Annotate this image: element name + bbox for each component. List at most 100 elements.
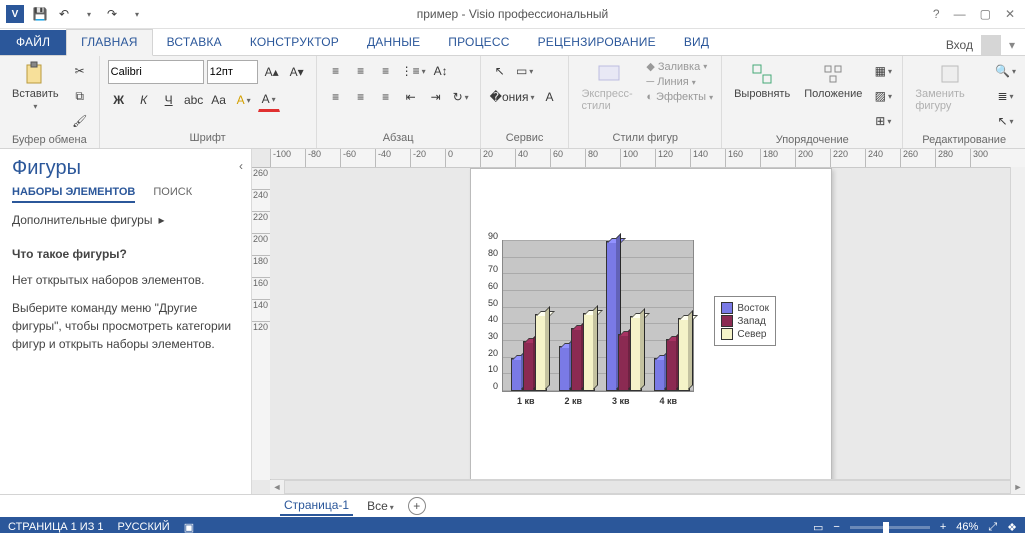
shrink-font-icon[interactable]: A▾ <box>286 61 308 83</box>
macro-record-icon[interactable]: ▣ <box>184 521 194 533</box>
grow-font-icon[interactable]: A▴ <box>261 61 283 83</box>
align-top-icon[interactable]: ≡ <box>325 60 347 82</box>
rectangle-tool-icon[interactable]: ▭ <box>514 60 536 82</box>
fill-icon: ◆ <box>646 60 654 73</box>
group-icon[interactable]: ⊞ <box>872 110 894 132</box>
group-font-label: Шрифт <box>108 130 308 146</box>
tab-view[interactable]: ВИД <box>670 30 723 55</box>
italic-button[interactable]: К <box>133 89 155 111</box>
zoom-slider[interactable] <box>850 526 930 529</box>
position-icon <box>821 62 845 86</box>
align-middle-icon[interactable]: ≡ <box>350 60 372 82</box>
increase-indent-icon[interactable]: ⇥ <box>425 86 447 108</box>
paste-button[interactable]: Вставить ▾ <box>8 60 63 113</box>
rotate-text-icon[interactable]: ↻ <box>450 86 472 108</box>
page-tab-1[interactable]: Страница-1 <box>280 496 353 516</box>
line-button[interactable]: ─Линия▾ <box>646 76 713 88</box>
decrease-indent-icon[interactable]: ⇤ <box>400 86 422 108</box>
maximize-icon[interactable]: ▢ <box>980 7 991 21</box>
qat-customize[interactable] <box>128 6 144 22</box>
collapse-shapes-icon[interactable]: ‹ <box>239 159 243 173</box>
minimize-icon[interactable]: — <box>954 7 966 21</box>
app-logo: V <box>6 5 24 23</box>
tab-data[interactable]: ДАННЫЕ <box>353 30 434 55</box>
workspace: ‹ Фигуры НАБОРЫ ЭЛЕМЕНТОВ ПОИСК Дополнит… <box>0 149 1025 494</box>
strike-button[interactable]: abc <box>183 89 205 111</box>
ribbon-collapse-icon[interactable]: ▾ <box>1009 38 1015 52</box>
tab-file[interactable]: ФАЙЛ <box>0 30 66 55</box>
window-title: пример - Visio профессиональный <box>0 7 1025 21</box>
zoom-in-icon[interactable]: + <box>940 521 946 533</box>
stencils-tab[interactable]: НАБОРЫ ЭЛЕМЕНТОВ <box>12 186 135 203</box>
find-icon[interactable]: 🔍 <box>994 60 1017 82</box>
effects-button[interactable]: ◐Эффекты▾ <box>646 91 713 103</box>
bold-button[interactable]: Ж <box>108 89 130 111</box>
change-case-button[interactable]: Aa <box>208 89 230 111</box>
horizontal-scrollbar[interactable]: ◄ ► <box>270 479 1025 494</box>
vertical-scrollbar[interactable] <box>1010 167 1025 480</box>
pointer-tool-icon[interactable]: ↖ <box>489 60 511 82</box>
copy-icon[interactable]: ⧉ <box>69 85 91 107</box>
send-back-icon[interactable]: ▨ <box>872 85 894 107</box>
chart[interactable]: 0102030405060708090 1 кв2 кв3 кв4 кв Вос… <box>476 236 776 426</box>
bullets-icon[interactable]: ⋮≡ <box>400 60 427 82</box>
chart-legend: ВостокЗападСевер <box>714 296 776 346</box>
tab-design[interactable]: КОНСТРУКТОР <box>236 30 353 55</box>
undo-icon[interactable]: ↶ <box>56 6 72 22</box>
align-left-icon[interactable]: ≡ <box>325 86 347 108</box>
align-bottom-icon[interactable]: ≡ <box>375 60 397 82</box>
search-tab[interactable]: ПОИСК <box>153 186 192 203</box>
horizontal-ruler: -100-80-60-40-20020406080100120140160180… <box>270 149 1025 168</box>
cut-icon[interactable]: ✂ <box>69 60 91 82</box>
quick-styles-button[interactable]: Экспресс-стили <box>577 60 640 114</box>
all-pages-dropdown[interactable]: Все <box>367 499 394 513</box>
layers-icon[interactable]: ≣ <box>994 85 1017 107</box>
align-right-icon[interactable]: ≡ <box>375 86 397 108</box>
highlight-button[interactable]: A <box>233 89 255 111</box>
underline-button[interactable]: Ч <box>158 89 180 111</box>
fill-button[interactable]: ◆Заливка▾ <box>646 60 713 73</box>
tab-home[interactable]: ГЛАВНАЯ <box>66 29 152 56</box>
page-indicator[interactable]: СТРАНИЦА 1 ИЗ 1 <box>8 521 104 533</box>
scroll-left-icon[interactable]: ◄ <box>270 482 284 492</box>
position-button[interactable]: Положение <box>800 60 866 102</box>
close-icon[interactable]: ✕ <box>1005 7 1015 21</box>
add-page-button[interactable]: + <box>408 497 426 515</box>
more-shapes-link[interactable]: Дополнительные фигуры ▸ <box>12 213 239 227</box>
login-link[interactable]: Вход <box>946 38 973 52</box>
tab-insert[interactable]: ВСТАВКА <box>153 30 236 55</box>
group-paragraph-label: Абзац <box>325 130 472 146</box>
text-direction-icon[interactable]: A↕ <box>430 60 452 82</box>
align-button[interactable]: Выровнять <box>730 60 794 102</box>
font-size-combo[interactable] <box>207 60 258 84</box>
shapes-help: Что такое фигуры? Нет открытых наборов э… <box>12 245 239 353</box>
shapes-title: Фигуры <box>12 157 239 180</box>
bring-front-icon[interactable]: ▦ <box>872 60 894 82</box>
undo-dropdown[interactable] <box>80 6 96 22</box>
language-indicator[interactable]: РУССКИЙ <box>118 521 170 533</box>
tab-review[interactable]: РЕЦЕНЗИРОВАНИЕ <box>524 30 670 55</box>
font-color-button[interactable]: A <box>258 88 280 112</box>
connector-tool-icon[interactable]: �ония <box>489 86 536 108</box>
zoom-level[interactable]: 46% <box>956 521 978 533</box>
presentation-mode-icon[interactable]: ▭ <box>813 521 823 533</box>
group-arrange-label: Упорядочение <box>730 132 894 148</box>
text-tool-icon[interactable]: A <box>538 86 560 108</box>
format-painter-icon[interactable]: 🖌 <box>69 110 91 132</box>
scroll-right-icon[interactable]: ► <box>1011 482 1025 492</box>
switch-windows-icon[interactable]: ❖ <box>1007 521 1017 533</box>
redo-icon[interactable]: ↷ <box>104 6 120 22</box>
canvas[interactable]: 0102030405060708090 1 кв2 кв3 кв4 кв Вос… <box>270 168 1025 479</box>
fit-page-icon[interactable]: ⤢ <box>988 521 997 533</box>
zoom-out-icon[interactable]: − <box>833 521 839 533</box>
tab-process[interactable]: ПРОЦЕСС <box>434 30 523 55</box>
save-icon[interactable]: 💾 <box>32 6 48 22</box>
align-center-icon[interactable]: ≡ <box>350 86 372 108</box>
user-avatar[interactable] <box>981 35 1001 55</box>
change-shape-button[interactable]: Заменить фигуру <box>911 60 988 114</box>
paste-icon <box>23 62 47 86</box>
quick-styles-icon <box>597 62 621 86</box>
font-name-combo[interactable] <box>108 60 204 84</box>
select-icon[interactable]: ↖ <box>994 110 1017 132</box>
help-icon[interactable]: ? <box>933 7 940 21</box>
